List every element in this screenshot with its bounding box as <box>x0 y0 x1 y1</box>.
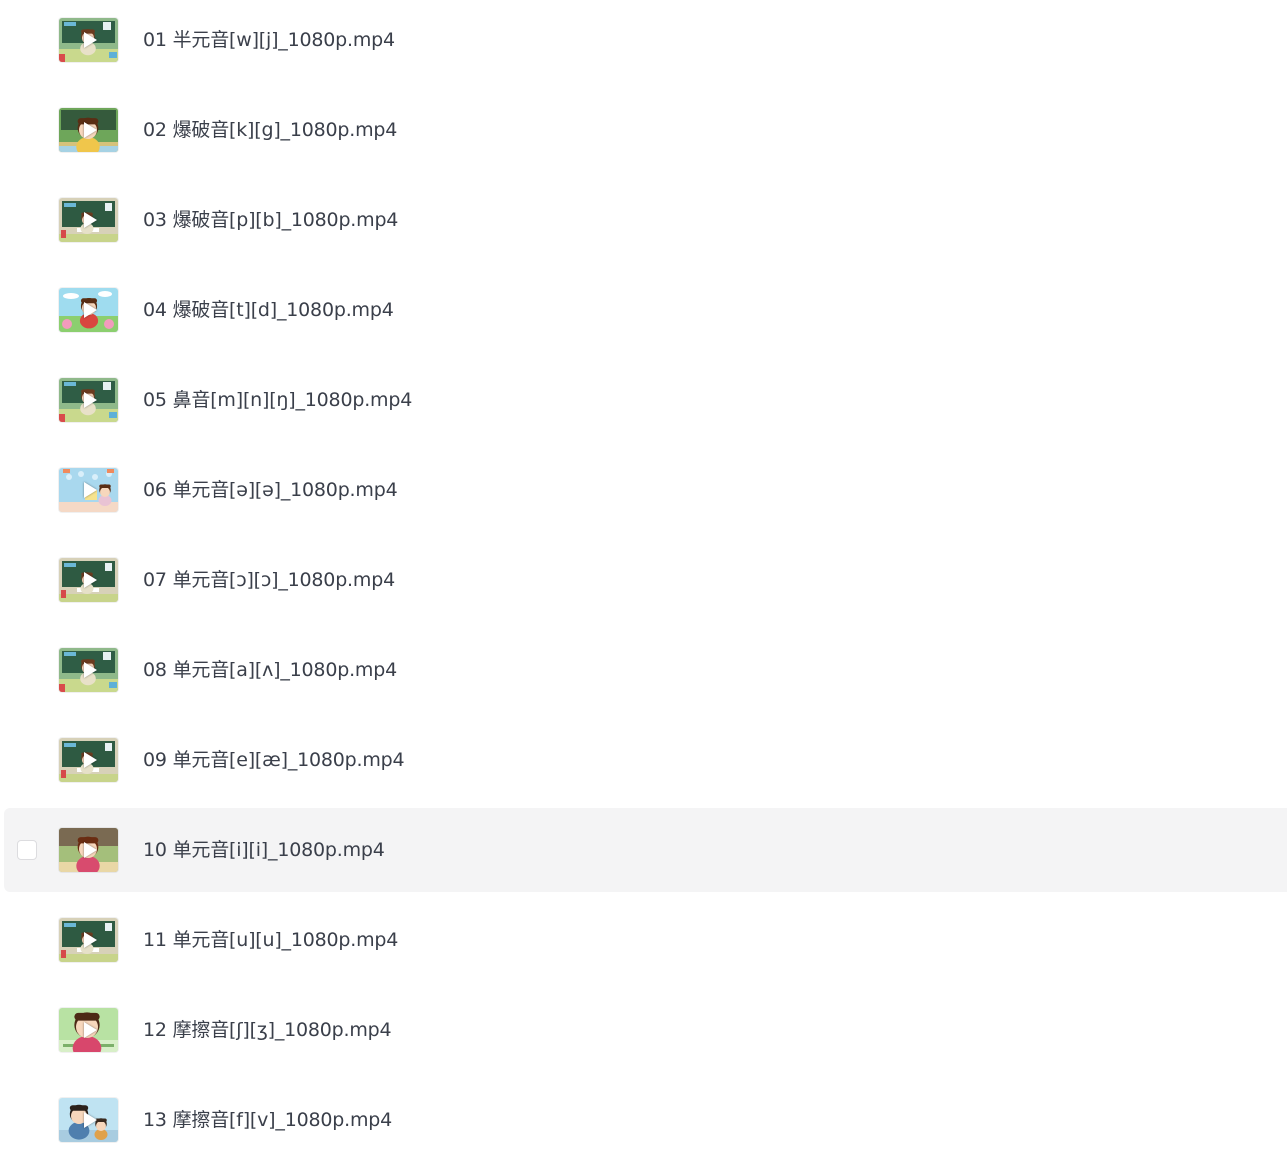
file-row[interactable]: 02 爆破音[k][g]_1080p.mp4 <box>4 88 1287 172</box>
file-checkbox[interactable] <box>17 840 37 860</box>
play-icon <box>83 1112 97 1128</box>
video-thumbnail[interactable] <box>59 378 118 422</box>
video-thumbnail[interactable] <box>59 648 118 692</box>
video-thumbnail[interactable] <box>59 558 118 602</box>
video-thumbnail[interactable] <box>59 18 118 62</box>
file-name[interactable]: 12 摩擦音[ʃ][ʒ]_1080p.mp4 <box>143 1018 392 1042</box>
file-name[interactable]: 06 单元音[ə][ə]_1080p.mp4 <box>143 478 398 502</box>
file-name[interactable]: 08 单元音[a][ʌ]_1080p.mp4 <box>143 658 397 682</box>
play-icon <box>83 752 97 768</box>
video-thumbnail[interactable] <box>59 738 118 782</box>
video-thumbnail[interactable] <box>59 828 118 872</box>
play-icon <box>83 392 97 408</box>
play-icon <box>83 572 97 588</box>
video-thumbnail[interactable] <box>59 198 118 242</box>
file-row[interactable]: 13 摩擦音[f][v]_1080p.mp4 <box>4 1078 1287 1162</box>
play-icon <box>83 662 97 678</box>
file-name[interactable]: 13 摩擦音[f][v]_1080p.mp4 <box>143 1108 392 1132</box>
file-row[interactable]: 03 爆破音[p][b]_1080p.mp4 <box>4 178 1287 262</box>
file-row[interactable]: 04 爆破音[t][d]_1080p.mp4 <box>4 268 1287 352</box>
video-thumbnail[interactable] <box>59 1098 118 1142</box>
file-name[interactable]: 09 单元音[e][æ]_1080p.mp4 <box>143 748 405 772</box>
file-name[interactable]: 07 单元音[ɔ][ɔ]_1080p.mp4 <box>143 568 395 592</box>
file-row[interactable]: 08 单元音[a][ʌ]_1080p.mp4 <box>4 628 1287 712</box>
play-icon <box>83 302 97 318</box>
play-icon <box>83 932 97 948</box>
play-icon <box>83 122 97 138</box>
file-row[interactable]: 06 单元音[ə][ə]_1080p.mp4 <box>4 448 1287 532</box>
file-row[interactable]: 05 鼻音[m][n][ŋ]_1080p.mp4 <box>4 358 1287 442</box>
file-name[interactable]: 05 鼻音[m][n][ŋ]_1080p.mp4 <box>143 388 412 412</box>
video-thumbnail[interactable] <box>59 288 118 332</box>
play-icon <box>83 482 97 498</box>
video-thumbnail[interactable] <box>59 468 118 512</box>
play-icon <box>83 842 97 858</box>
video-thumbnail[interactable] <box>59 918 118 962</box>
file-row[interactable]: 10 单元音[i][i]_1080p.mp4 <box>4 808 1287 892</box>
file-name[interactable]: 02 爆破音[k][g]_1080p.mp4 <box>143 118 397 142</box>
file-row[interactable]: 07 单元音[ɔ][ɔ]_1080p.mp4 <box>4 538 1287 622</box>
file-name[interactable]: 04 爆破音[t][d]_1080p.mp4 <box>143 298 394 322</box>
file-name[interactable]: 01 半元音[w][j]_1080p.mp4 <box>143 28 395 52</box>
play-icon <box>83 212 97 228</box>
play-icon <box>83 1022 97 1038</box>
video-thumbnail[interactable] <box>59 1008 118 1052</box>
file-row[interactable]: 11 单元音[u][u]_1080p.mp4 <box>4 898 1287 982</box>
file-name[interactable]: 10 单元音[i][i]_1080p.mp4 <box>143 838 385 862</box>
video-thumbnail[interactable] <box>59 108 118 152</box>
file-name[interactable]: 11 单元音[u][u]_1080p.mp4 <box>143 928 398 952</box>
file-row[interactable]: 09 单元音[e][æ]_1080p.mp4 <box>4 718 1287 802</box>
file-row[interactable]: 12 摩擦音[ʃ][ʒ]_1080p.mp4 <box>4 988 1287 1072</box>
file-row[interactable]: 01 半元音[w][j]_1080p.mp4 <box>4 0 1287 82</box>
play-icon <box>83 32 97 48</box>
file-name[interactable]: 03 爆破音[p][b]_1080p.mp4 <box>143 208 398 232</box>
